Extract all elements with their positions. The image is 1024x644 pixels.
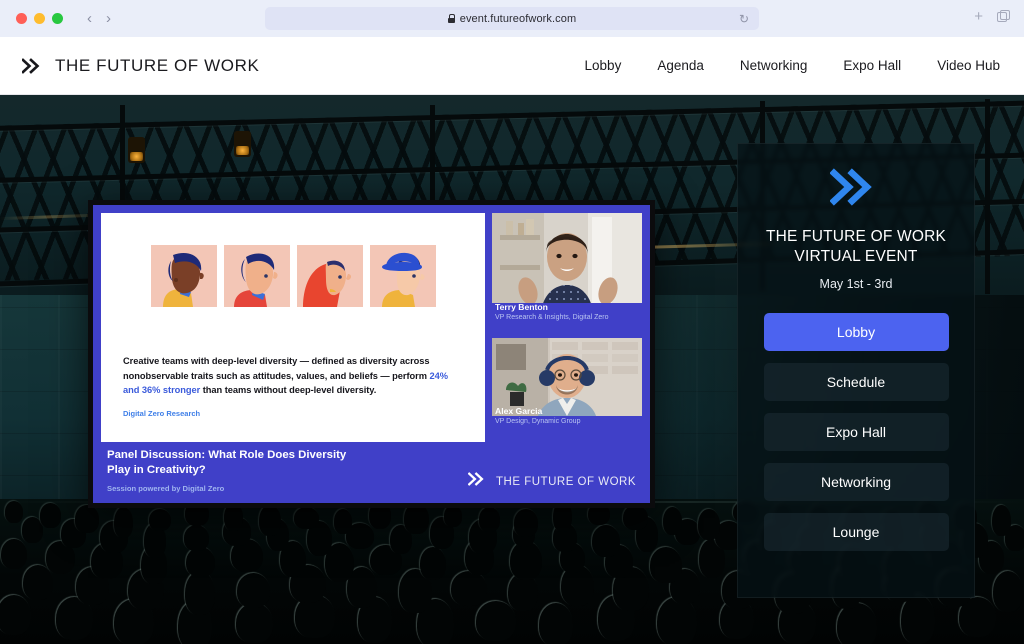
speaker-name: Terry Benton	[495, 302, 642, 313]
speaker-tile-alex-garcia[interactable]	[492, 338, 642, 416]
nav-item-agenda[interactable]: Agenda	[657, 58, 704, 73]
audience-head	[114, 507, 133, 538]
close-window-button[interactable]	[16, 13, 27, 24]
panel-menu-item-schedule[interactable]: Schedule	[764, 363, 949, 401]
minimize-window-button[interactable]	[34, 13, 45, 24]
slide-footer: Panel Discussion: What Role Does Diversi…	[93, 442, 650, 503]
browser-navigation[interactable]: ‹ ›	[87, 11, 111, 26]
slide-body-line2: nonobservable traits such as attitudes, …	[123, 371, 427, 381]
forward-icon[interactable]: ›	[106, 11, 111, 26]
audience-head	[40, 503, 62, 528]
slide-body-text: Creative teams with deep-level diversity…	[123, 354, 463, 423]
audience-head	[334, 509, 353, 534]
url-text: event.futureofwork.com	[460, 13, 577, 25]
back-icon[interactable]: ‹	[87, 11, 92, 26]
slide-footer-brand: THE FUTURE OF WORK	[496, 476, 636, 488]
audience-head	[592, 525, 620, 557]
presentation-screen: Creative teams with deep-level diversity…	[88, 200, 655, 508]
speaker-info-terry-benton: Terry Benton VP Research & Insights, Dig…	[492, 300, 642, 323]
audience-head	[444, 505, 463, 527]
audience-head	[420, 547, 446, 580]
panel-menu-item-lounge[interactable]: Lounge	[764, 513, 949, 551]
audience-head	[476, 601, 516, 641]
virtual-event-page: ‹ › event.futureofwork.com ↻ + THE FUTUR…	[0, 0, 1024, 644]
audience-head	[184, 525, 209, 551]
portrait-person-2	[224, 245, 290, 307]
audience-head	[451, 571, 487, 606]
audience-head	[185, 571, 215, 615]
audience-head	[0, 595, 31, 635]
site-logo[interactable]: THE FUTURE OF WORK	[22, 56, 259, 76]
audience-head	[623, 505, 648, 530]
audience-head	[514, 509, 539, 537]
reload-icon[interactable]: ↻	[739, 12, 749, 26]
panel-menu-item-networking[interactable]: Networking	[764, 463, 949, 501]
nav-item-lobby[interactable]: Lobby	[585, 58, 622, 73]
portrait-person-1	[151, 245, 217, 307]
double-chevron-icon	[22, 58, 44, 74]
audience-head	[259, 505, 281, 536]
tab-overview-icon[interactable]	[997, 10, 1010, 23]
panel-title-line1: THE FUTURE OF WORK	[766, 227, 946, 247]
audience-head	[539, 603, 573, 644]
nav-item-expo-hall[interactable]: Expo Hall	[843, 58, 901, 73]
window-controls[interactable]	[16, 13, 63, 24]
browser-toolbar: ‹ › event.futureofwork.com ↻ +	[0, 0, 1024, 37]
diversity-illustration	[123, 245, 463, 307]
panel-menu: Lobby Schedule Expo Hall Networking Loun…	[764, 313, 949, 551]
slide-content: Creative teams with deep-level diversity…	[101, 213, 485, 442]
site-header: THE FUTURE OF WORK Lobby Agenda Networki…	[0, 37, 1024, 95]
audience-head	[75, 505, 100, 533]
slide-body-line1: Creative teams with deep-level diversity…	[123, 356, 430, 366]
audience-head	[479, 507, 501, 532]
slide-body-line3: than teams without deep-level diversity.	[200, 385, 376, 395]
audience-head	[992, 505, 1011, 536]
event-navigation-panel: THE FUTURE OF WORK VIRTUAL EVENT May 1st…	[737, 143, 975, 598]
audience-head	[237, 573, 270, 608]
address-bar[interactable]: event.futureofwork.com ↻	[265, 7, 759, 30]
panel-title-line2: VIRTUAL EVENT	[766, 247, 946, 267]
double-chevron-icon	[830, 168, 882, 211]
stage-light-icon	[234, 131, 251, 157]
audience-head	[294, 507, 319, 529]
portrait-person-3	[297, 245, 363, 307]
plus-icon[interactable]: +	[974, 9, 983, 24]
audience-head	[650, 547, 682, 583]
speaker-video-tiles: Terry Benton VP Research & Insights, Dig…	[492, 213, 642, 442]
maximize-window-button[interactable]	[52, 13, 63, 24]
nav-item-video-hub[interactable]: Video Hub	[937, 58, 1000, 73]
audience-head	[236, 603, 273, 643]
audience-head	[698, 509, 720, 540]
browser-actions[interactable]: +	[974, 9, 1010, 24]
lock-icon	[448, 14, 455, 23]
double-chevron-icon	[468, 472, 488, 491]
audience-head	[23, 565, 53, 600]
audience-head	[1, 539, 27, 569]
slide-source: Digital Zero Research	[123, 409, 463, 418]
speaker-role: VP Research & Insights, Digital Zero	[495, 313, 642, 322]
audience-head	[657, 597, 697, 644]
audience-head	[663, 507, 682, 535]
event-dates: May 1st - 3rd	[820, 277, 893, 291]
panel-menu-item-expo-hall[interactable]: Expo Hall	[764, 413, 949, 451]
panel-menu-item-lobby[interactable]: Lobby	[764, 313, 949, 351]
audience-head	[510, 541, 542, 580]
nav-item-networking[interactable]: Networking	[740, 58, 808, 73]
audience-head	[5, 501, 24, 523]
audience-head	[837, 603, 877, 644]
main-navigation[interactable]: Lobby Agenda Networking Expo Hall Video …	[585, 58, 1000, 73]
audience-head	[901, 595, 935, 644]
audience-head	[149, 509, 171, 531]
speaker-tile-terry-benton[interactable]	[492, 213, 642, 303]
speaker-role: VP Design, Dynamic Group	[495, 417, 642, 426]
session-subtitle: Session powered by Digital Zero	[107, 484, 468, 493]
session-title-line1: Panel Discussion: What Role Does Diversi…	[107, 448, 468, 464]
session-title-line2: Play in Creativity?	[107, 463, 468, 479]
audience-head	[993, 571, 1023, 612]
audience-head	[186, 547, 215, 577]
portrait-person-4	[370, 245, 436, 307]
stage-light-icon	[128, 137, 145, 163]
site-brand-name: THE FUTURE OF WORK	[55, 56, 259, 76]
